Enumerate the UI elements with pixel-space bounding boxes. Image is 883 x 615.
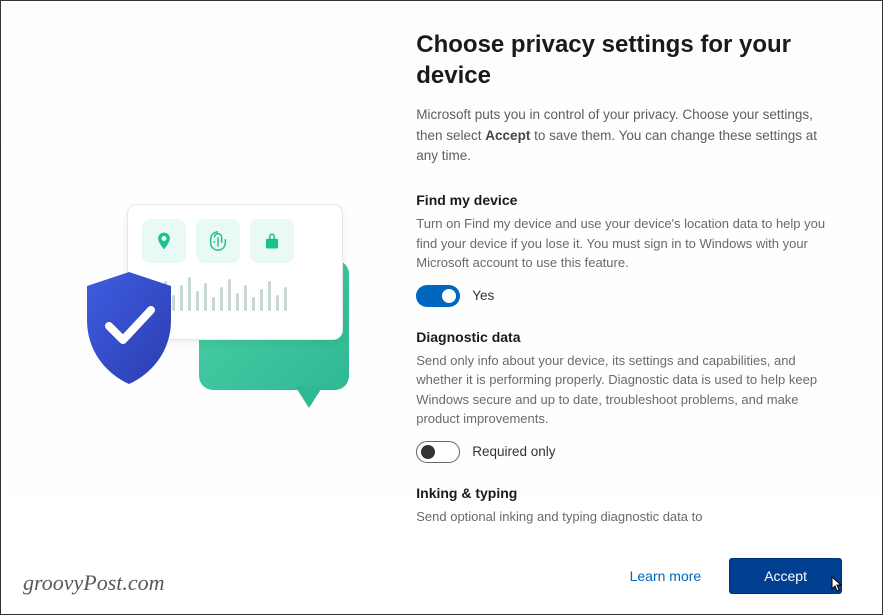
fingerprint-icon: [196, 219, 240, 263]
accept-button[interactable]: Accept: [729, 558, 842, 594]
shield-check-icon: [79, 270, 179, 386]
page-title: Choose privacy settings for your device: [416, 29, 842, 91]
content-panel: Choose privacy settings for your device …: [406, 1, 882, 614]
inking-typing-desc: Send optional inking and typing diagnost…: [416, 507, 842, 527]
location-pin-icon: [142, 219, 186, 263]
inking-typing-title: Inking & typing: [416, 485, 842, 501]
watermark-text: groovyPost.com: [23, 570, 165, 596]
diagnostic-data-label: Required only: [472, 444, 555, 459]
page-subtitle: Microsoft puts you in control of your pr…: [416, 105, 842, 166]
footer-actions: Learn more Accept: [630, 558, 842, 594]
find-my-device-section: Find my device Turn on Find my device an…: [416, 192, 842, 307]
diagnostic-data-section: Diagnostic data Send only info about you…: [416, 329, 842, 463]
inking-typing-section: Inking & typing Send optional inking and…: [416, 485, 842, 527]
privacy-illustration: [39, 188, 369, 428]
diagnostic-data-desc: Send only info about your device, its se…: [416, 351, 842, 429]
find-my-device-title: Find my device: [416, 192, 842, 208]
lock-icon: [250, 219, 294, 263]
find-my-device-label: Yes: [472, 288, 494, 303]
find-my-device-desc: Turn on Find my device and use your devi…: [416, 214, 842, 273]
illustration-panel: [1, 1, 406, 614]
diagnostic-data-title: Diagnostic data: [416, 329, 842, 345]
diagnostic-data-toggle[interactable]: [416, 441, 460, 463]
find-my-device-toggle[interactable]: [416, 285, 460, 307]
learn-more-link[interactable]: Learn more: [630, 568, 702, 584]
